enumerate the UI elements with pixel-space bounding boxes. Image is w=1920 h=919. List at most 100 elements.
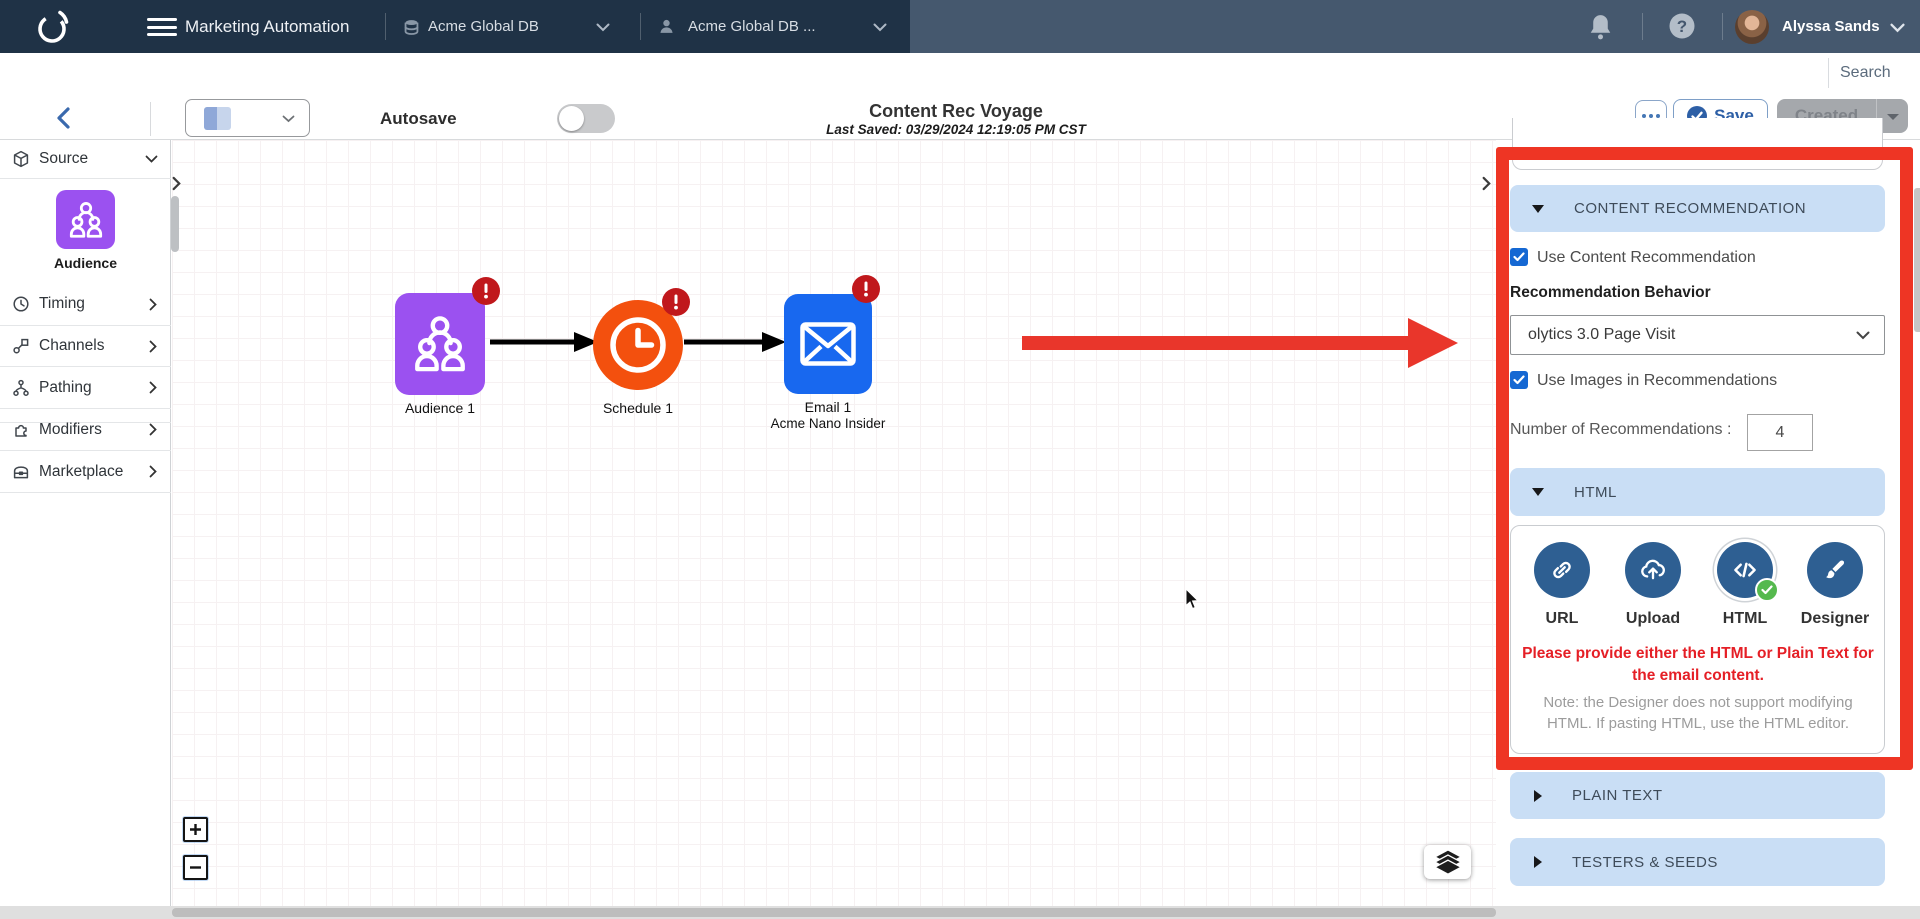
mouse-cursor: [1185, 588, 1199, 610]
puzzle-icon: [12, 421, 30, 439]
html-option-designer[interactable]: Designer: [1790, 542, 1880, 628]
section-header-plain-text[interactable]: PLAIN TEXT: [1510, 772, 1885, 819]
section-header-content-recommendation[interactable]: CONTENT RECOMMENDATION: [1510, 185, 1885, 232]
sidebar-item-pathing[interactable]: Pathing: [0, 367, 171, 409]
paintbrush-icon: [1822, 557, 1848, 583]
notifications-bell-icon[interactable]: [1588, 13, 1613, 40]
designer-circle: [1807, 542, 1863, 598]
chevron-down-icon: [145, 155, 158, 164]
sidebar-item-timing[interactable]: Timing: [0, 283, 171, 326]
sidebar-item-channels[interactable]: Channels: [0, 326, 171, 367]
use-content-recommendation-checkbox[interactable]: [1510, 248, 1528, 266]
layers-button[interactable]: [1424, 845, 1471, 879]
user-name[interactable]: Alyssa Sands: [1782, 0, 1880, 53]
caret-right-icon: [1534, 856, 1542, 868]
section-header-testers-seeds[interactable]: TESTERS & SEEDS: [1510, 838, 1885, 886]
selected-check-badge-icon: [1755, 578, 1779, 602]
chevron-right-icon: [149, 340, 158, 353]
user-menu-chevron-down-icon[interactable]: [1890, 23, 1905, 33]
html-warning-text: Please provide either the HTML or Plain …: [1518, 643, 1878, 687]
recommendation-behavior-select[interactable]: olytics 3.0 Page Visit: [1510, 315, 1885, 355]
html-option-url[interactable]: URL: [1517, 542, 1607, 628]
navbar-divider: [640, 13, 641, 40]
svg-text:?: ?: [1677, 17, 1687, 36]
caret-right-icon: [1534, 790, 1542, 802]
audience-tool[interactable]: [56, 190, 115, 249]
chevron-down-icon: [282, 115, 295, 123]
channels-icon: [12, 337, 30, 355]
html-option-html[interactable]: HTML: [1700, 542, 1790, 628]
autosave-toggle[interactable]: [557, 104, 615, 133]
database-dropdown-label[interactable]: Acme Global DB: [428, 0, 539, 53]
cube-icon: [12, 150, 30, 168]
checkbox-label: Use Images in Recommendations: [1537, 372, 1777, 390]
toggle-knob: [559, 106, 584, 131]
help-icon[interactable]: ?: [1669, 13, 1695, 39]
tools-sidebar: Source Audience: [0, 140, 171, 906]
node-email-1[interactable]: [784, 294, 872, 394]
code-icon: [1731, 556, 1759, 584]
app-root: Marketing Automation Acme Global DB Acme…: [0, 0, 1920, 919]
layout-dropdown-button[interactable]: [185, 99, 310, 137]
section-header-label: PLAIN TEXT: [1572, 787, 1663, 804]
check-icon: [1513, 252, 1525, 262]
node-label: Email 1: [768, 399, 888, 415]
html-circle: [1717, 542, 1773, 598]
chevron-down-icon: [1856, 331, 1870, 340]
canvas-left-scrollbar[interactable]: [171, 196, 179, 252]
chevron-right-icon: [149, 423, 158, 436]
voyage-canvas[interactable]: [172, 140, 1496, 906]
html-note-text: Note: the Designer does not support modi…: [1524, 692, 1872, 734]
chevron-right-icon: [149, 298, 158, 311]
chevron-right-icon: [149, 465, 158, 478]
panel-collapse-chevron-icon[interactable]: [1482, 176, 1492, 191]
branch-icon: [12, 379, 30, 397]
annotation-arrow: [1020, 315, 1462, 371]
horizontal-scrollbar-thumb[interactable]: [172, 908, 1496, 917]
error-badge-icon[interactable]: [472, 277, 500, 305]
top-navbar: Marketing Automation Acme Global DB Acme…: [0, 0, 1920, 53]
panel-vertical-scrollbar[interactable]: [1914, 188, 1920, 332]
zoom-out-button[interactable]: [183, 855, 208, 880]
sidebar-item-label: Marketplace: [39, 463, 123, 481]
hamburger-menu-icon[interactable]: [147, 18, 177, 36]
back-button[interactable]: [50, 104, 78, 132]
caret-down-icon[interactable]: [1887, 114, 1899, 120]
section-header-html[interactable]: HTML: [1510, 468, 1885, 516]
sidebar-collapse-chevron-icon[interactable]: [172, 176, 182, 191]
sidebar-item-label: Timing: [39, 295, 85, 313]
zoom-in-button[interactable]: [183, 817, 208, 842]
audience-people-icon: [66, 200, 106, 240]
node-audience-1[interactable]: [395, 293, 485, 395]
number-of-recommendations-input[interactable]: [1747, 414, 1813, 451]
check-icon: [1513, 375, 1525, 385]
previous-section-card: [1512, 118, 1883, 170]
checkbox-label: Use Content Recommendation: [1537, 249, 1756, 267]
navbar-divider: [1642, 13, 1643, 40]
html-option-upload[interactable]: Upload: [1608, 542, 1698, 628]
layout-split-icon: [204, 107, 231, 130]
flow-connector-arrow: [684, 330, 788, 354]
error-badge-icon[interactable]: [662, 288, 690, 316]
number-of-recommendations-label: Number of Recommendations :: [1510, 421, 1731, 439]
section-header-label: CONTENT RECOMMENDATION: [1574, 200, 1806, 217]
use-images-checkbox[interactable]: [1510, 371, 1528, 389]
audience-tool-label: Audience: [0, 255, 171, 271]
chevron-down-icon: [873, 23, 887, 32]
select-value: olytics 3.0 Page Visit: [1528, 326, 1675, 344]
sidebar-item-source[interactable]: Source: [0, 140, 171, 179]
html-option-label: HTML: [1700, 610, 1790, 628]
search-link[interactable]: Search: [1840, 60, 1910, 86]
error-badge-icon[interactable]: [852, 275, 880, 303]
sidebar-item-modifiers[interactable]: Modifiers: [0, 409, 171, 451]
database-icon: [403, 19, 420, 36]
last-saved-timestamp: Last Saved: 03/29/2024 12:19:05 PM CST: [706, 122, 1206, 137]
sidebar-item-label: Source: [39, 150, 88, 168]
sidebar-item-marketplace[interactable]: Marketplace: [0, 451, 171, 493]
app-logo-icon[interactable]: [30, 5, 74, 49]
toolbar-divider: [150, 102, 151, 136]
sidebar-item-label: Pathing: [39, 379, 92, 397]
profile-dropdown-label[interactable]: Acme Global DB ...: [688, 0, 816, 53]
audience-people-icon: [411, 313, 469, 375]
user-avatar[interactable]: [1735, 10, 1769, 44]
